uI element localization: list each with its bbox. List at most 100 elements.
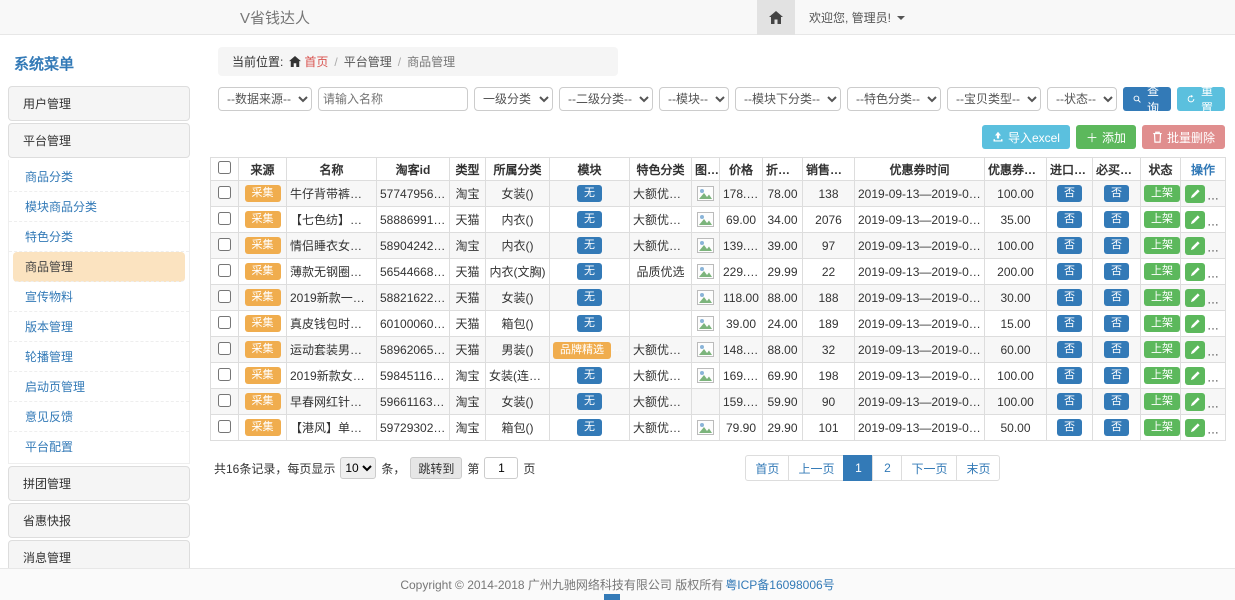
page-button-首页[interactable]: 首页 (745, 455, 789, 481)
page-number-input[interactable] (484, 457, 518, 479)
per-page-select[interactable]: 10 (340, 457, 376, 479)
edit-button[interactable] (1185, 315, 1205, 333)
edit-button[interactable] (1185, 237, 1205, 255)
row-checkbox[interactable] (218, 342, 231, 355)
sidebar-item-模块商品分类[interactable]: 模块商品分类 (9, 192, 189, 222)
sidebar-group-平台管理[interactable]: 平台管理 (8, 123, 190, 158)
sidebar-item-启动页管理[interactable]: 启动页管理 (9, 372, 189, 402)
sidebar-item-特色分类[interactable]: 特色分类 (9, 222, 189, 252)
edit-button[interactable] (1185, 419, 1205, 437)
icp-link[interactable]: 粤ICP备16098006号 (725, 576, 834, 593)
sidebar-group-拼团管理[interactable]: 拼团管理 (8, 466, 190, 501)
edit-button[interactable] (1185, 393, 1205, 411)
row-checkbox[interactable] (218, 212, 231, 225)
must-buy-toggle[interactable]: 否 (1104, 185, 1129, 202)
filter-select-数据来源[interactable]: --数据来源-- (218, 87, 312, 111)
must-buy-toggle[interactable]: 否 (1104, 393, 1129, 410)
product-type: 天猫 (450, 285, 486, 311)
edit-button[interactable] (1185, 289, 1205, 307)
product-type: 淘宝 (450, 363, 486, 389)
edit-button[interactable] (1185, 211, 1205, 229)
sidebar-item-平台配置[interactable]: 平台配置 (9, 432, 189, 461)
coupon-time: 2019-09-13—2019-09-18 (855, 207, 985, 233)
must-buy-toggle[interactable]: 否 (1104, 341, 1129, 358)
edit-button[interactable] (1185, 263, 1205, 281)
row-checkbox[interactable] (218, 394, 231, 407)
status-badge[interactable]: 上架 (1144, 211, 1180, 228)
status-badge[interactable]: 上架 (1144, 341, 1180, 358)
must-buy-toggle[interactable]: 否 (1104, 211, 1129, 228)
page-button-2[interactable]: 2 (872, 455, 902, 481)
sidebar-group-省惠快报[interactable]: 省惠快报 (8, 503, 190, 538)
must-buy-toggle[interactable]: 否 (1104, 237, 1129, 254)
row-checkbox[interactable] (218, 316, 231, 329)
import-select-toggle[interactable]: 否 (1057, 237, 1082, 254)
page-button-上一页[interactable]: 上一页 (788, 455, 844, 481)
status-badge[interactable]: 上架 (1144, 263, 1180, 280)
must-buy-toggle[interactable]: 否 (1104, 419, 1129, 436)
status-badge[interactable]: 上架 (1144, 185, 1180, 202)
name-search-input[interactable] (318, 87, 468, 111)
add-button[interactable]: ＋ 添加 (1076, 125, 1136, 149)
status-badge[interactable]: 上架 (1144, 315, 1180, 332)
product-image (697, 290, 714, 305)
row-checkbox[interactable] (218, 290, 231, 303)
row-checkbox[interactable] (218, 368, 231, 381)
filter-select-模块下分类[interactable]: --模块下分类-- (735, 87, 841, 111)
edit-button[interactable] (1185, 185, 1205, 203)
search-button[interactable]: 查询 (1123, 87, 1171, 111)
row-checkbox[interactable] (218, 186, 231, 199)
filter-select-一级分类[interactable]: 一级分类 (474, 87, 553, 111)
home-button[interactable] (757, 0, 795, 35)
sidebar-item-轮播管理[interactable]: 轮播管理 (9, 342, 189, 372)
icon-cell (692, 259, 720, 285)
page-button-下一页[interactable]: 下一页 (901, 455, 957, 481)
must-buy-toggle[interactable]: 否 (1104, 263, 1129, 280)
batch-delete-button[interactable]: 批量删除 (1142, 125, 1225, 149)
status-badge[interactable]: 上架 (1144, 289, 1180, 306)
page-button-末页[interactable]: 末页 (956, 455, 1000, 481)
row-checkbox[interactable] (218, 420, 231, 433)
reset-button[interactable]: 重置 (1177, 87, 1225, 111)
sidebar-item-宣传物料[interactable]: 宣传物料 (9, 282, 189, 312)
filter-select-状态[interactable]: --状态-- (1047, 87, 1117, 111)
import-select-toggle[interactable]: 否 (1057, 185, 1082, 202)
row-checkbox[interactable] (218, 264, 231, 277)
status-badge[interactable]: 上架 (1144, 419, 1180, 436)
sidebar-item-商品分类[interactable]: 商品分类 (9, 162, 189, 192)
page-button-1[interactable]: 1 (843, 455, 873, 481)
select-all-checkbox[interactable] (218, 161, 231, 174)
filter-select-特色分类[interactable]: --特色分类-- (847, 87, 941, 111)
import-select-toggle[interactable]: 否 (1057, 211, 1082, 228)
product-type: 天猫 (450, 259, 486, 285)
must-buy-toggle[interactable]: 否 (1104, 367, 1129, 384)
must-buy-toggle[interactable]: 否 (1104, 289, 1129, 306)
jump-button[interactable]: 跳转到 (410, 457, 462, 479)
sidebar-item-商品管理[interactable]: 商品管理 (13, 252, 185, 282)
import-select-toggle[interactable]: 否 (1057, 263, 1082, 280)
filter-select-模块[interactable]: --模块-- (659, 87, 729, 111)
sidebar-item-版本管理[interactable]: 版本管理 (9, 312, 189, 342)
column-header-折后价: 折后价 (763, 158, 803, 181)
edit-button[interactable] (1185, 367, 1205, 385)
import-select-toggle[interactable]: 否 (1057, 289, 1082, 306)
edit-button[interactable] (1185, 341, 1205, 359)
user-menu[interactable]: 欢迎您, 管理员! (809, 9, 905, 26)
filter-select-二级分类[interactable]: --二级分类-- (559, 87, 653, 111)
breadcrumb-item[interactable]: 平台管理 (344, 53, 392, 70)
sidebar-item-意见反馈[interactable]: 意见反馈 (9, 402, 189, 432)
breadcrumb-home-link[interactable]: 首页 (289, 53, 328, 70)
import-select-toggle[interactable]: 否 (1057, 341, 1082, 358)
row-checkbox[interactable] (218, 238, 231, 251)
import-select-toggle[interactable]: 否 (1057, 419, 1082, 436)
status-badge[interactable]: 上架 (1144, 393, 1180, 410)
must-buy-toggle[interactable]: 否 (1104, 315, 1129, 332)
import-select-toggle[interactable]: 否 (1057, 367, 1082, 384)
filter-select-宝贝类型[interactable]: --宝贝类型-- (947, 87, 1041, 111)
import-excel-button[interactable]: 导入excel (982, 125, 1070, 149)
import-select-toggle[interactable]: 否 (1057, 315, 1082, 332)
status-badge[interactable]: 上架 (1144, 367, 1180, 384)
status-badge[interactable]: 上架 (1144, 237, 1180, 254)
sidebar-group-用户管理[interactable]: 用户管理 (8, 86, 190, 121)
import-select-toggle[interactable]: 否 (1057, 393, 1082, 410)
